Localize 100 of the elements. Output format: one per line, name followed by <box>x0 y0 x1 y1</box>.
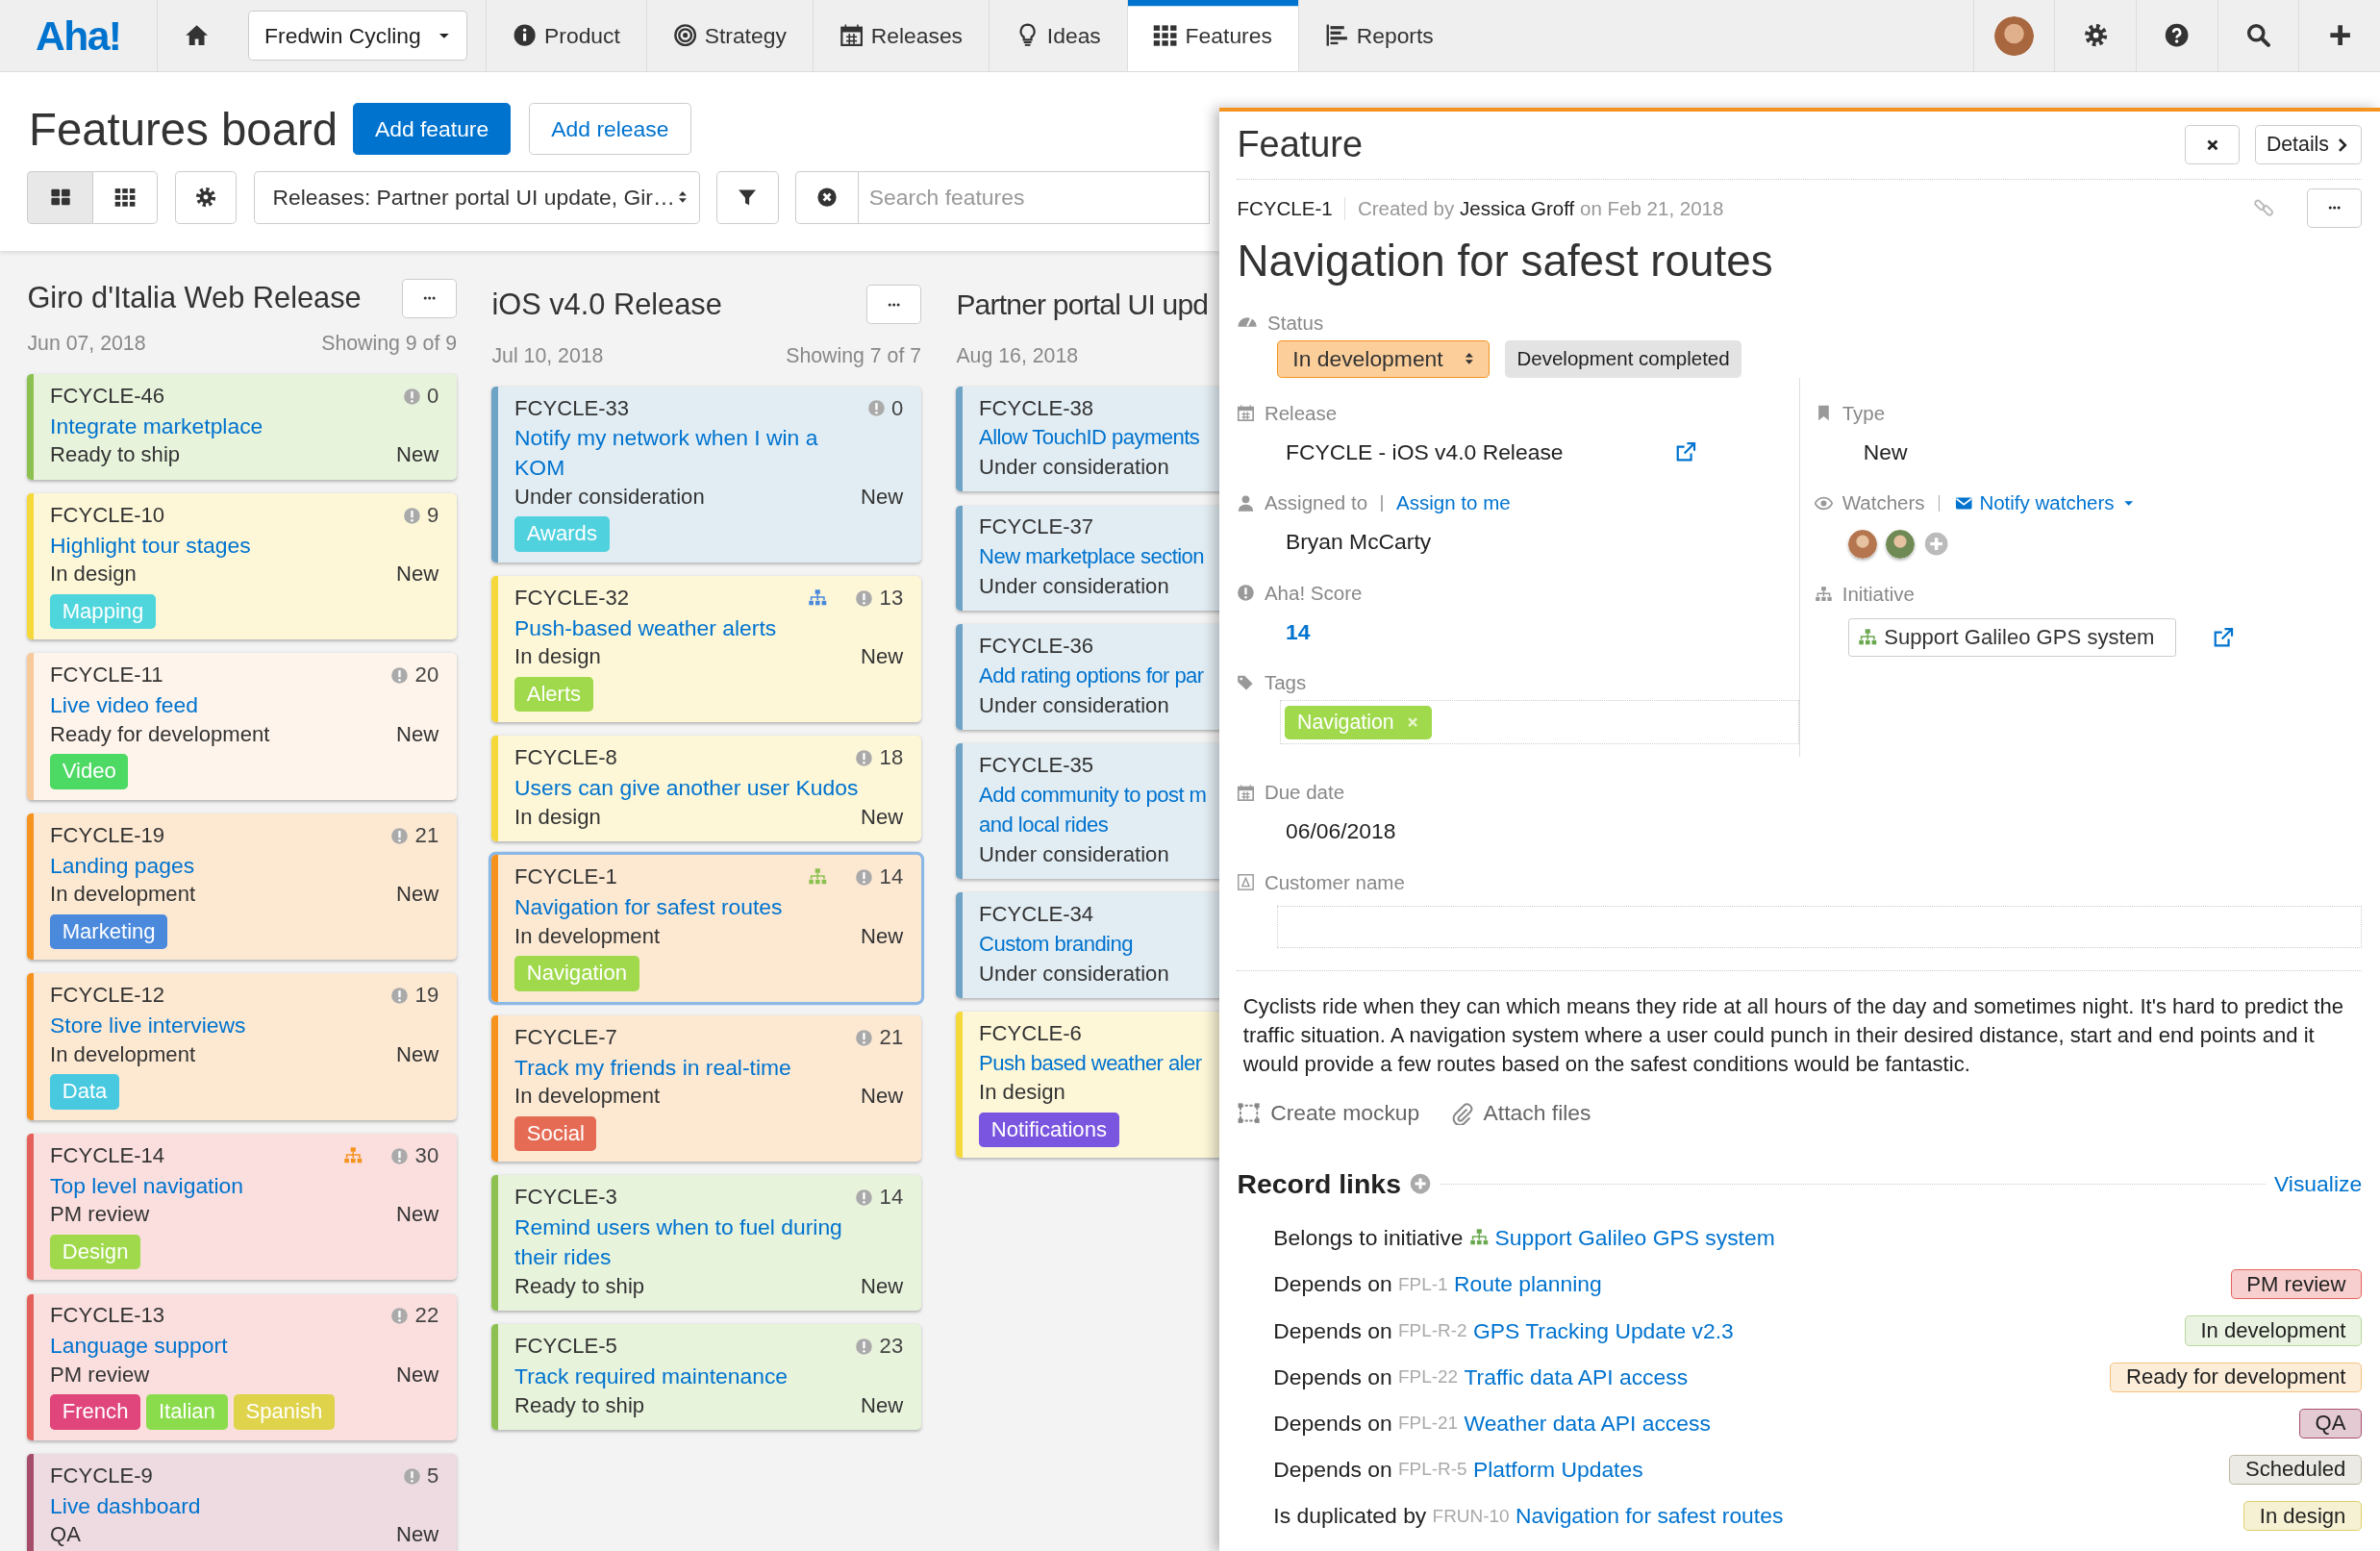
feature-status: Under consideration <box>979 840 1169 868</box>
feature-card[interactable]: FCYCLE-8 18 Users can give another user Kudos In design New <box>491 736 922 842</box>
feature-title[interactable]: Remind users when to fuel during their rides <box>514 1213 904 1272</box>
filter-button[interactable] <box>716 170 779 224</box>
feature-card[interactable]: FCYCLE-1 14 Navigation for safest routes In development New Navigation <box>491 855 922 1002</box>
nav-tab[interactable]: Releases <box>812 0 989 72</box>
feature-card[interactable]: FCYCLE-35 Add community to post m and local rides Under consideration <box>956 743 1219 879</box>
view-toggle[interactable] <box>92 170 159 224</box>
view-toggle[interactable] <box>27 170 93 224</box>
initiative-field[interactable]: Support Galileo GPS system <box>1848 617 2177 658</box>
feature-title[interactable]: Highlight tour stages <box>50 530 439 561</box>
feature-title[interactable]: Push based weather aler <box>979 1048 1219 1079</box>
assign-link[interactable]: Assign to me <box>1396 491 1511 515</box>
next-status-button[interactable]: Development completed <box>1504 340 1742 378</box>
feature-title[interactable]: Live dashboard <box>50 1490 439 1521</box>
release-date: Jun 07, 2018 <box>27 332 146 357</box>
nav-tab[interactable]: Product <box>486 0 646 72</box>
customer-name-field[interactable] <box>1276 906 2363 949</box>
status-select[interactable]: In development <box>1276 340 1491 378</box>
feature-title[interactable]: Language support <box>50 1331 439 1361</box>
calendar-icon <box>1237 404 1256 423</box>
tag: Marketing <box>50 913 168 950</box>
feature-type: New <box>861 1391 904 1419</box>
watcher-avatar[interactable] <box>1886 530 1916 559</box>
feature-card[interactable]: FCYCLE-37 New marketplace section Under consideration <box>956 505 1219 612</box>
visualize-link[interactable]: Visualize <box>2274 1170 2363 1197</box>
feature-title[interactable]: Top level navigation <box>50 1170 439 1201</box>
external-link-icon[interactable] <box>1675 441 1697 463</box>
feature-title[interactable]: Custom branding <box>979 929 1219 960</box>
record-link[interactable]: Weather data API access <box>1464 1410 1711 1437</box>
feature-title[interactable]: Add rating options for par <box>979 662 1219 691</box>
notify-watchers-link[interactable]: Notify watchers <box>1953 491 2138 515</box>
feature-title[interactable]: Push-based weather alerts <box>514 613 904 643</box>
score-value: 0 <box>426 382 439 410</box>
details-button[interactable]: Details <box>2254 125 2363 165</box>
search-field[interactable]: Search features <box>857 170 1210 224</box>
feature-title[interactable]: New marketplace section <box>979 542 1219 572</box>
feature-card[interactable]: FCYCLE-7 21 Track my friends in real-time In development New Social <box>491 1014 922 1163</box>
record-link[interactable]: Navigation for safest routes <box>1515 1503 1784 1530</box>
close-button[interactable] <box>2185 125 2241 165</box>
nav-tab[interactable]: Strategy <box>645 0 813 72</box>
nav-tab[interactable]: Features <box>1126 0 1298 72</box>
feature-title[interactable]: Users can give another user Kudos <box>514 773 904 803</box>
feature-card[interactable]: FCYCLE-33 0 Notify my network when I win a KOM Under consideration New Awards <box>491 386 922 563</box>
tag: Alerts <box>514 676 593 713</box>
feature-title[interactable]: Integrate marketplace <box>50 411 439 441</box>
record-link[interactable]: Platform Updates <box>1472 1456 1643 1483</box>
feature-card[interactable]: FCYCLE-46 0 Integrate marketplace Ready to ship New <box>27 374 458 480</box>
feature-id: FCYCLE-9 <box>50 1462 154 1489</box>
score-value: 14 <box>879 863 904 891</box>
record-link[interactable]: GPS Tracking Update v2.3 <box>1472 1317 1734 1344</box>
feature-card[interactable]: FCYCLE-32 13 Push-based weather alerts In design New Alerts <box>491 575 922 723</box>
score-value: 21 <box>414 821 439 849</box>
feature-card[interactable]: FCYCLE-11 20 Live video feed Ready for development New Video <box>27 653 458 800</box>
settings-button[interactable] <box>174 170 238 224</box>
record-link[interactable]: Traffic data API access <box>1464 1363 1689 1390</box>
feature-card[interactable]: FCYCLE-13 22 Language support PM review New French Italian Spanish <box>27 1293 458 1440</box>
clear-button[interactable] <box>795 170 858 224</box>
logo[interactable]: Aha! <box>0 0 157 72</box>
card-count: Showing 9 of 9 <box>321 332 458 357</box>
feature-card[interactable]: FCYCLE-36 Add rating options for par Under consideration <box>956 624 1219 731</box>
nav-tab[interactable]: Ideas <box>988 0 1127 72</box>
feature-card[interactable]: FCYCLE-34 Custom branding Under consideration <box>956 892 1219 998</box>
tag-label: Navigation <box>1297 710 1394 735</box>
feature-title[interactable]: Track my friends in real-time <box>514 1052 904 1083</box>
feature-title[interactable]: Allow TouchID payments <box>979 423 1219 454</box>
feature-card[interactable]: FCYCLE-9 5 Live dashboard QA New <box>27 1454 458 1551</box>
watcher-avatar[interactable] <box>1848 530 1877 559</box>
feature-title[interactable]: Store live interviews <box>50 1011 439 1040</box>
feature-card[interactable]: FCYCLE-5 23 Track required maintenance Ready to ship New <box>491 1324 922 1430</box>
add-feature-button[interactable]: Add feature <box>352 103 512 156</box>
add-release-button[interactable]: Add release <box>529 103 691 156</box>
feature-card[interactable]: FCYCLE-10 9 Highlight tour stages In design New Mapping <box>27 492 458 640</box>
record-link[interactable]: Route planning <box>1453 1271 1602 1298</box>
create-mockup-link[interactable]: Create mockup <box>1237 1099 1420 1126</box>
feature-title[interactable]: Notify my network when I win a KOM <box>514 423 904 483</box>
release-select[interactable]: Releases: Partner portal UI update, Gir… <box>253 170 700 224</box>
panel-title: Feature <box>1237 124 1364 166</box>
score-value: 0 <box>890 394 904 422</box>
feature-title[interactable]: Track required maintenance <box>514 1361 904 1391</box>
external-link-icon[interactable] <box>2213 627 2235 649</box>
feature-title[interactable]: Live video feed <box>50 690 439 720</box>
score-value[interactable]: 14 <box>1285 618 1311 645</box>
workspace-dropdown[interactable]: Fredwin Cycling <box>248 11 468 62</box>
info-icon <box>512 23 538 48</box>
record-id: FPL-22 <box>1398 1366 1459 1388</box>
status-badge: In design <box>2242 1501 2363 1532</box>
user-avatar[interactable] <box>1994 15 2035 56</box>
record-link[interactable]: Support Galileo GPS system <box>1494 1225 1775 1252</box>
feature-title[interactable]: Add community to post m and local rides <box>979 781 1219 840</box>
feature-title[interactable]: Navigation for safest routes <box>514 892 904 922</box>
feature-card[interactable]: FCYCLE-3 14 Remind users when to fuel during their rides Ready to ship New <box>491 1175 922 1311</box>
feature-card[interactable]: FCYCLE-12 19 Store live interviews In development New Data <box>27 973 458 1120</box>
feature-card[interactable]: FCYCLE-19 21 Landing pages In development New Marketing <box>27 813 458 961</box>
attach-files-link[interactable]: Attach files <box>1449 1099 1591 1126</box>
feature-title[interactable]: Landing pages <box>50 850 439 881</box>
feature-card[interactable]: FCYCLE-14 30 Top level navigation PM review New Design <box>27 1134 458 1281</box>
feature-card[interactable]: FCYCLE-6 Push based weather aler In design Notifications <box>956 1011 1219 1159</box>
nav-tab[interactable]: Reports <box>1297 0 1460 72</box>
feature-card[interactable]: FCYCLE-38 Allow TouchID payments Under consideration <box>956 386 1219 492</box>
